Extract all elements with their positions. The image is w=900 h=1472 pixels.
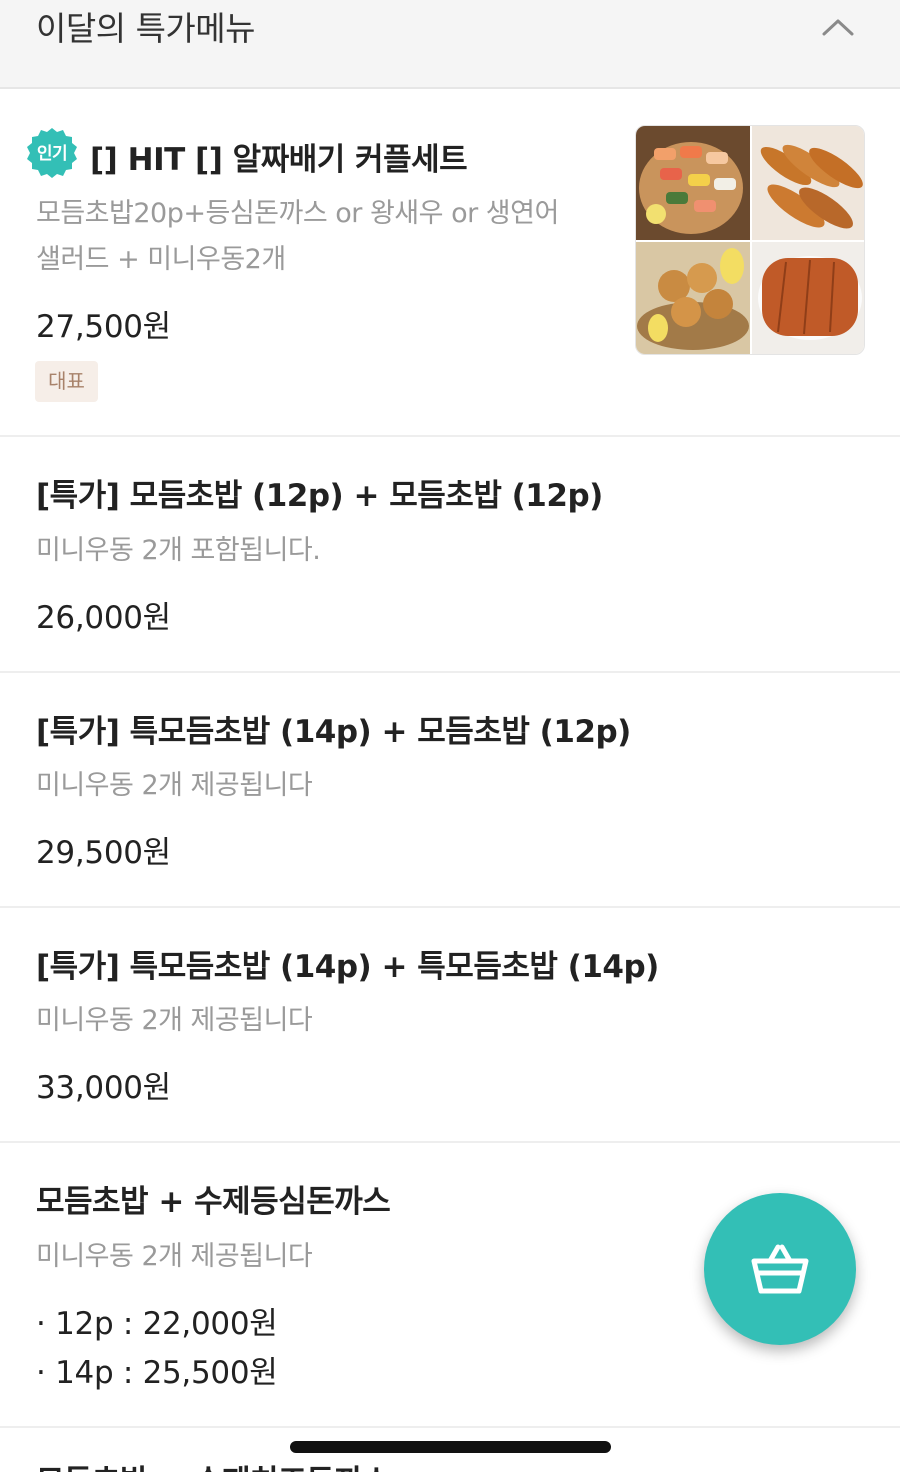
section-header[interactable]: 이달의 특가메뉴: [0, 0, 900, 89]
item-title: [] HIT [] 알짜배기 커플세트: [90, 142, 468, 178]
basket-icon: [751, 1244, 809, 1294]
item-title: [특가] 특모듬초밥 (14p) + 모듬초밥 (12p): [36, 714, 631, 750]
item-price: 33,000원: [36, 1070, 171, 1106]
item-description: 미니우동 2개 제공됩니다: [36, 1005, 313, 1036]
item-description: 미니우동 2개 포함됩니다.: [36, 535, 321, 566]
price-option: · 12p : 22,000원: [36, 1306, 278, 1342]
item-description-line-2: 샐러드 + 미니우동2개: [36, 244, 286, 275]
price-option: · 14p : 25,500원: [36, 1355, 278, 1391]
item-description: 미니우동 2개 제공됩니다: [36, 1241, 313, 1272]
home-indicator[interactable]: [290, 1441, 611, 1453]
item-price: 26,000원: [36, 600, 171, 636]
food-photo[interactable]: [635, 125, 865, 355]
chevron-up-icon[interactable]: [818, 12, 858, 42]
popular-badge-label: 인기: [36, 144, 68, 164]
item-title: 모듬초밥 + 수제등심돈까스: [36, 1184, 391, 1220]
item-title: [특가] 모듬초밥 (12p) + 모듬초밥 (12p): [36, 478, 603, 514]
cart-button[interactable]: [704, 1193, 856, 1345]
item-description-line-1: 모듬초밥20p+등심돈까스 or 왕새우 or 생연어: [36, 198, 559, 229]
representative-tag: 대표: [35, 361, 98, 402]
item-description: 미니우동 2개 제공됩니다: [36, 770, 313, 801]
item-title: [특가] 특모듬초밥 (14p) + 특모듬초밥 (14p): [36, 949, 659, 985]
next-item-title[interactable]: 모듬초밥 + 수제치즈돈까스: [36, 1456, 391, 1472]
item-price: 29,500원: [36, 835, 171, 871]
item-price: 27,500원: [36, 309, 171, 345]
section-title: 이달의 특가메뉴: [36, 9, 256, 48]
